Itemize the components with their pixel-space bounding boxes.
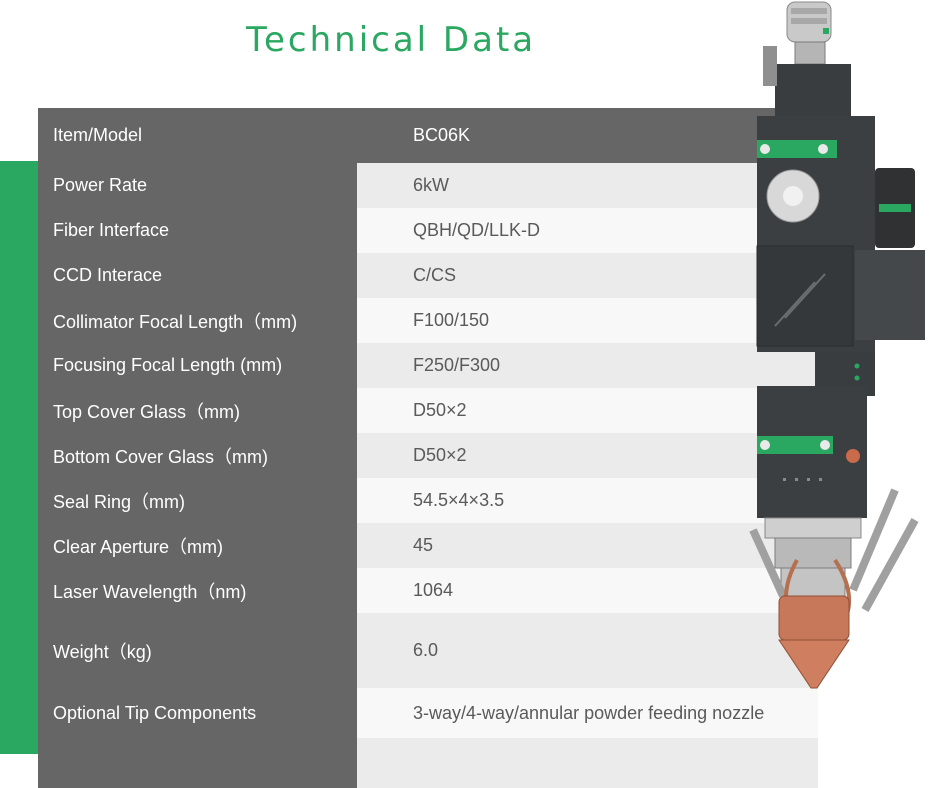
row-label: Top Cover Glass（mm) [38,388,357,433]
table-header-row: Item/Model BC06K [38,108,818,163]
table-row [38,738,818,788]
table-row: Laser Wavelength（nm) 1064 [38,568,818,613]
table-row: Top Cover Glass（mm) D50×2 [38,388,818,433]
row-label: Bottom Cover Glass（mm) [38,433,357,478]
row-label [38,738,357,788]
table-row: Collimator Focal Length（mm) F100/150 [38,298,818,343]
row-label: Fiber Interface [38,208,357,253]
row-label: Optional Tip Components [38,688,357,738]
row-label: Collimator Focal Length（mm) [38,298,357,343]
table-row: Clear Aperture（mm) 45 [38,523,818,568]
table-row: Bottom Cover Glass（mm) D50×2 [38,433,818,478]
row-label: Power Rate [38,163,357,208]
row-value [357,738,818,788]
row-label: CCD Interace [38,253,357,298]
spec-table: Item/Model BC06K Power Rate 6kW Fiber In… [38,108,818,788]
table-row: Focusing Focal Length (mm) F250/F300 [38,343,818,388]
table-row: Weight（kg) 6.0 [38,613,818,688]
laser-head-product-image [749,1,925,689]
table-row: Optional Tip Components 3-way/4-way/annu… [38,688,818,738]
row-label: Laser Wavelength（nm) [38,568,357,613]
row-label: Clear Aperture（mm) [38,523,357,568]
header-label: Item/Model [38,108,357,163]
row-value: 3-way/4-way/annular powder feeding nozzl… [357,688,818,738]
table-row: Seal Ring（mm) 54.5×4×3.5 [38,478,818,523]
row-label: Seal Ring（mm) [38,478,357,523]
row-label: Focusing Focal Length (mm) [38,343,357,388]
table-row: CCD Interace C/CS [38,253,818,298]
page-title: Technical Data [246,20,537,60]
row-label: Weight（kg) [38,613,357,688]
table-row: Power Rate 6kW [38,163,818,208]
table-row: Fiber Interface QBH/QD/LLK-D [38,208,818,253]
